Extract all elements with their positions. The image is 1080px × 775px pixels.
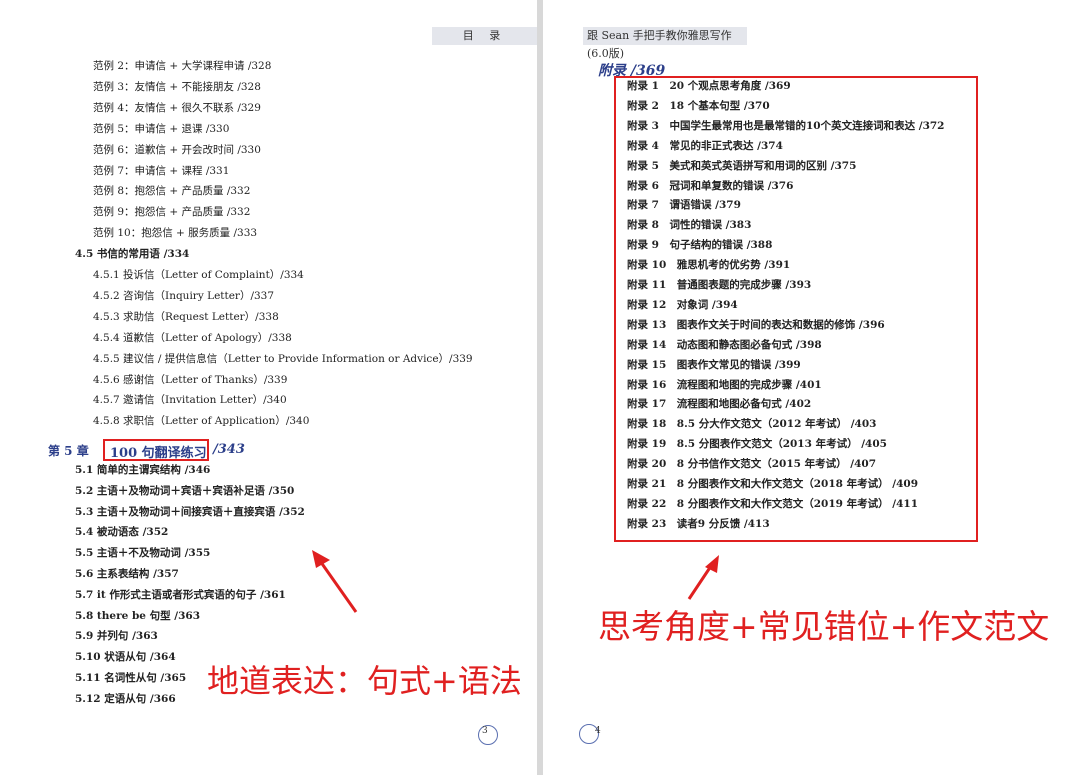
chapter-entry: 5.5 主语＋不及物动词 /355 xyxy=(75,547,211,560)
left-annotation: 地道表达：句式+语法 xyxy=(207,662,522,700)
chapter-page: /343 xyxy=(213,442,245,457)
toc-entry: 4.5.5 建议信 / 提供信息信（Letter to Provide Info… xyxy=(93,352,473,365)
chapter-title: 100 句翻译练习 xyxy=(110,446,207,461)
chapter-entry: 5.10 状语从句 /364 xyxy=(75,651,176,664)
appendix-entry: 附录 16 流程图和地图的完成步骤 /401 xyxy=(627,378,822,391)
toc-entry: 4.5.6 感谢信（Letter of Thanks）/339 xyxy=(93,373,288,386)
toc-entry: 范例 3：友情信 + 不能接朋友 /328 xyxy=(93,80,261,93)
appendix-entry: 附录 18 8.5 分大作文范文（2012 年考试） /403 xyxy=(627,418,877,431)
toc-entry: 4.5.8 求职信（Letter of Application）/340 xyxy=(93,415,310,428)
appendix-entry: 附录 23 读者9 分反馈 /413 xyxy=(627,517,770,530)
chapter-entry: 5.7 it 作形式主语或者形式宾语的句子 /361 xyxy=(75,588,286,601)
toc-entry: 4.5 书信的常用语 /334 xyxy=(75,248,190,261)
arrow-icon xyxy=(312,550,358,613)
appendix-entry: 附录 4 常见的非正式表达 /374 xyxy=(627,139,783,152)
toc-entry: 4.5.7 邀请信（Invitation Letter）/340 xyxy=(93,394,287,407)
toc-entry: 范例 6：道歉信 + 开会改时间 /330 xyxy=(93,143,261,156)
chapter-entry: 5.12 定语从句 /366 xyxy=(75,692,176,705)
chapter-entry: 5.2 主语＋及物动词＋宾语＋宾语补足语 /350 xyxy=(75,484,295,497)
appendix-entry: 附录 21 8 分图表作文和大作文范文（2018 年考试） /409 xyxy=(627,478,919,490)
right-page: 跟 Sean 手把手教你雅思写作 (6.0版) 附录 /369 附录 1 20 … xyxy=(543,0,1080,775)
chapter-entry: 5.3 主语＋及物动词＋间接宾语＋直接宾语 /352 xyxy=(75,505,305,518)
toc-entry: 范例 2：申请信 + 大学课程申请 /328 xyxy=(93,60,272,72)
chapter-entry: 5.9 并列句 /363 xyxy=(75,630,158,643)
appendix-entry: 附录 19 8.5 分图表作文范文（2013 年考试） /405 xyxy=(627,438,887,451)
left-page: 目 录 范例 2：申请信 + 大学课程申请 /328 范例 3：友情信 + 不能接… xyxy=(0,0,537,775)
appendix-entry: 附录 3 中国学生最常用也是最常错的10个英文连接词和表达 /372 xyxy=(627,119,945,132)
arrow-icon xyxy=(687,555,719,600)
toc-entry: 4.5.4 道歉信（Letter of Apology）/338 xyxy=(93,331,292,344)
left-page-header: 目 录 xyxy=(432,27,537,45)
appendix-entry: 附录 15 图表作文常见的错误 /399 xyxy=(627,358,801,371)
toc-entry: 范例 10：抱怨信 + 服务质量 /333 xyxy=(93,227,258,240)
toc-entry: 范例 5：申请信 + 退课 /330 xyxy=(93,122,230,135)
toc-entry: 范例 7：申请信 + 课程 /331 xyxy=(93,164,230,177)
toc-entry: 4.5.2 咨询信（Inquiry Letter）/337 xyxy=(93,289,275,302)
toc-entry: 范例 9：抱怨信 + 产品质量 /332 xyxy=(93,206,251,219)
appendix-entry: 附录 13 图表作文关于时间的表达和数据的修饰 /396 xyxy=(627,318,885,331)
right-annotation: 思考角度+常见错位+作文范文 xyxy=(598,607,1050,646)
appendix-entry: 附录 9 句子结构的错误 /388 xyxy=(627,239,773,252)
appendix-entry: 附录 8 词性的错误 /383 xyxy=(627,219,752,232)
appendix-entry: 附录 2 18 个基本句型 /370 xyxy=(627,99,770,112)
appendix-entry: 附录 14 动态图和静态图必备句式 /398 xyxy=(627,338,822,351)
emblem-icon xyxy=(478,725,498,745)
chapter-label: 第 5 章 xyxy=(48,444,89,458)
appendix-entry: 附录 22 8 分图表作文和大作文范文（2019 年考试） /411 xyxy=(627,497,919,510)
chapter-entry: 5.6 主系表结构 /357 xyxy=(75,568,179,580)
toc-entry: 范例 8：抱怨信 + 产品质量 /332 xyxy=(93,185,251,198)
page-number: 3 xyxy=(482,726,488,736)
appendix-entry: 附录 6 冠词和单复数的错误 /376 xyxy=(627,179,794,192)
appendix-entry: 附录 1 20 个观点思考角度 /369 xyxy=(627,80,791,92)
appendix-entry: 附录 5 美式和英式英语拼写和用词的区别 /375 xyxy=(627,159,857,172)
chapter-entry: 5.8 there be 句型 /363 xyxy=(75,609,201,622)
chapter-entry: 5.4 被动语态 /352 xyxy=(75,526,169,539)
appendix-entry: 附录 20 8 分书信作文范文（2015 年考试） /407 xyxy=(627,458,877,471)
chapter-entry: 5.11 名词性从句 /365 xyxy=(75,672,187,684)
appendix-entry: 附录 11 普通图表题的完成步骤 /393 xyxy=(627,279,812,291)
toc-entry: 4.5.3 求助信（Request Letter）/338 xyxy=(93,310,279,323)
appendix-entry: 附录 10 雅思机考的优劣势 /391 xyxy=(627,259,791,272)
appendix-entry: 附录 12 对象词 /394 xyxy=(627,298,738,311)
chapter-entry: 5.1 简单的主谓宾结构 /346 xyxy=(75,464,211,476)
page-number: 4 xyxy=(595,726,601,736)
right-page-header: 跟 Sean 手把手教你雅思写作 (6.0版) xyxy=(583,27,747,60)
appendix-entry: 附录 17 流程图和地图必备句式 /402 xyxy=(627,398,812,411)
appendix-entry: 附录 7 谓语错误 /379 xyxy=(627,199,741,212)
toc-entry: 范例 4：友情信 + 很久不联系 /329 xyxy=(93,101,261,114)
toc-entry: 4.5.1 投诉信（Letter of Complaint）/334 xyxy=(93,269,304,281)
